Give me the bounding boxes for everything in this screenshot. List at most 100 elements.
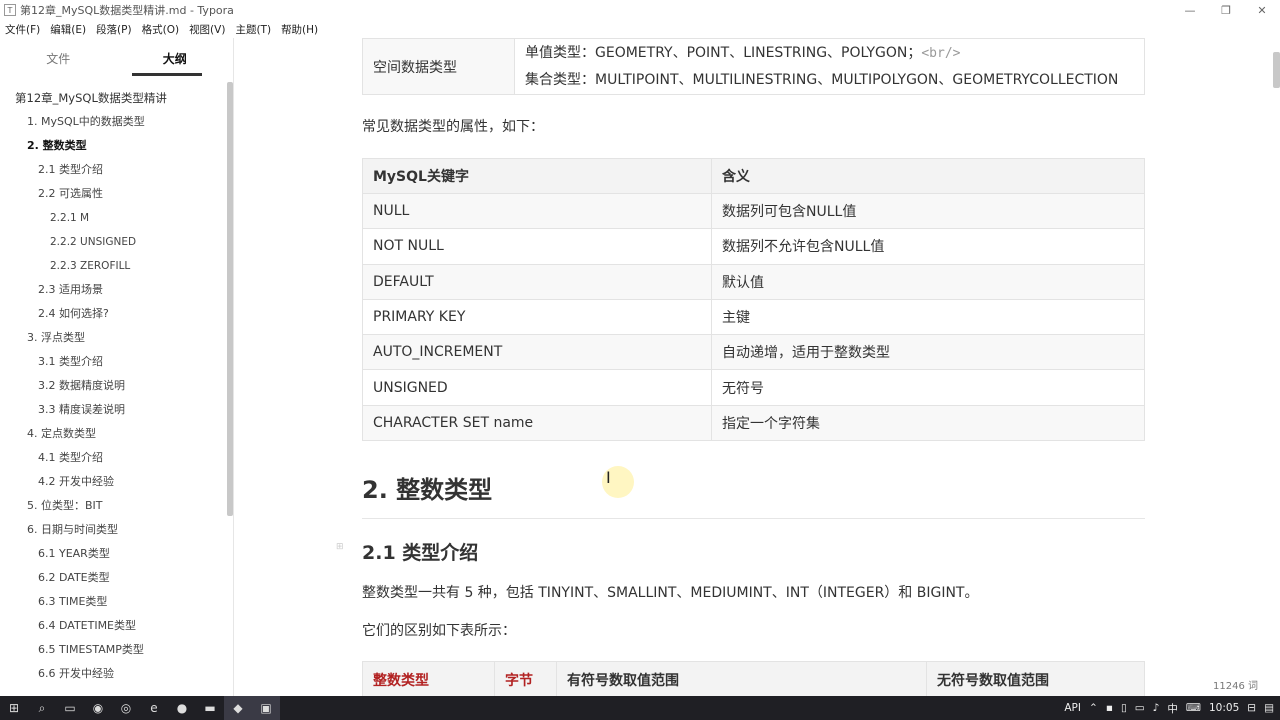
volume-icon[interactable]: ♪ bbox=[1153, 702, 1160, 714]
table-cell[interactable]: 自动递增，适用于整数类型 bbox=[711, 334, 1145, 371]
tray-api-label[interactable]: API bbox=[1064, 702, 1081, 714]
visual-studio-icon[interactable]: ◆ bbox=[224, 696, 252, 720]
outline-item[interactable]: 5. 位类型：BIT bbox=[0, 494, 226, 518]
menu-help[interactable]: 帮助(H) bbox=[281, 22, 318, 37]
tab-outline[interactable]: 大纲 bbox=[117, 38, 234, 78]
tab-files[interactable]: 文件 bbox=[0, 38, 117, 78]
table-row: 空间数据类型 单值类型：GEOMETRY、POINT、LINESTRING、PO… bbox=[362, 38, 1145, 95]
table-cell[interactable]: PRIMARY KEY bbox=[362, 298, 712, 336]
maximize-icon[interactable]: ❐ bbox=[1208, 0, 1244, 20]
typora-taskbar-icon[interactable]: ▣ bbox=[252, 696, 280, 720]
chrome-icon[interactable]: ◉ bbox=[84, 696, 112, 720]
paragraph[interactable]: 常见数据类型的属性，如下： bbox=[362, 116, 544, 136]
table-cell[interactable]: 默认值 bbox=[711, 263, 1145, 300]
search-icon[interactable]: ⌕ bbox=[28, 696, 56, 720]
table-row: AUTO_INCREMENT 自动递增，适用于整数类型 bbox=[362, 334, 1145, 371]
menu-theme[interactable]: 主题(T) bbox=[235, 22, 271, 37]
table-cell[interactable]: 主键 bbox=[711, 298, 1145, 336]
table-cell[interactable]: 无符号 bbox=[711, 369, 1145, 406]
typora-app-icon: T bbox=[4, 4, 16, 16]
outline-item[interactable]: 6.5 TIMESTAMP类型 bbox=[0, 638, 226, 662]
table-cell[interactable]: 空间数据类型 bbox=[362, 38, 515, 95]
table-header[interactable]: 无符号数取值范围 bbox=[926, 661, 1145, 696]
outline-item[interactable]: 2.3 适用场景 bbox=[0, 278, 226, 302]
menu-file[interactable]: 文件(F) bbox=[5, 22, 40, 37]
table-header[interactable]: 含义 bbox=[711, 158, 1145, 194]
tray-grid-icon[interactable]: ⊟ bbox=[1247, 702, 1256, 714]
title-bar: T 第12章_MySQL数据类型精讲.md - Typora — ❐ ✕ bbox=[0, 0, 1280, 20]
outline-item[interactable]: 6.1 YEAR类型 bbox=[0, 542, 226, 566]
outline-item[interactable]: 6. 日期与时间类型 bbox=[0, 518, 226, 542]
outline-item[interactable]: 4.1 类型介绍 bbox=[0, 446, 226, 470]
table-cell[interactable]: DEFAULT bbox=[362, 263, 712, 300]
outline-item[interactable]: 2. 整数类型 bbox=[0, 134, 226, 158]
menu-view[interactable]: 视图(V) bbox=[189, 22, 225, 37]
windows-start-icon[interactable]: ⊞ bbox=[0, 696, 28, 720]
paragraph[interactable]: 它们的区别如下表所示： bbox=[362, 620, 516, 640]
outline-item[interactable]: 第12章_MySQL数据类型精讲 bbox=[0, 86, 226, 110]
integer-types-table: 整数类型 字节 有符号数取值范围 无符号数取值范围 bbox=[362, 661, 1145, 696]
close-icon[interactable]: ✕ bbox=[1244, 0, 1280, 20]
minimize-icon[interactable]: — bbox=[1172, 0, 1208, 20]
outline-item[interactable]: 1. MySQL中的数据类型 bbox=[0, 110, 226, 134]
menu-format[interactable]: 格式(O) bbox=[142, 22, 179, 37]
notification-icon[interactable]: ▤ bbox=[1264, 702, 1274, 714]
outline-item[interactable]: 3.2 数据精度说明 bbox=[0, 374, 226, 398]
outline-item[interactable]: 4. 定点数类型 bbox=[0, 422, 226, 446]
table-cell[interactable]: 数据列可包含NULL值 bbox=[711, 192, 1145, 230]
menu-paragraph[interactable]: 段落(P) bbox=[96, 22, 132, 37]
table-cell[interactable]: AUTO_INCREMENT bbox=[362, 334, 712, 371]
table-header[interactable]: 有符号数取值范围 bbox=[556, 661, 927, 696]
editor-scrollbar[interactable] bbox=[1273, 52, 1280, 88]
task-view-icon[interactable]: ▭ bbox=[56, 696, 84, 720]
table-cell[interactable]: UNSIGNED bbox=[362, 369, 712, 406]
ime-indicator[interactable]: 中 bbox=[1167, 701, 1178, 716]
firefox-icon[interactable]: ● bbox=[168, 696, 196, 720]
network-icon[interactable]: ▯ bbox=[1121, 702, 1127, 714]
word-count[interactable]: 11246 词 bbox=[1213, 677, 1258, 692]
tray-app-icon[interactable]: ▪ bbox=[1106, 702, 1113, 714]
outline-item[interactable]: 2.2.2 UNSIGNED bbox=[0, 230, 226, 254]
sidebar-scrollbar[interactable] bbox=[227, 82, 233, 516]
table-header[interactable]: 整数类型 bbox=[362, 661, 495, 696]
outline-item[interactable]: 4.2 开发中经验 bbox=[0, 470, 226, 494]
outline-item[interactable]: 2.2.3 ZEROFILL bbox=[0, 254, 226, 278]
table-cell[interactable]: 数据列不允许包含NULL值 bbox=[711, 228, 1145, 265]
heading-3[interactable]: 2.1 类型介绍 bbox=[362, 538, 478, 565]
outline-item[interactable]: 6.6 开发中经验 bbox=[0, 662, 226, 686]
outline-item[interactable]: 6.3 TIME类型 bbox=[0, 590, 226, 614]
outline-item[interactable]: 3.1 类型介绍 bbox=[0, 350, 226, 374]
outline-item[interactable]: 2.1 类型介绍 bbox=[0, 158, 226, 182]
outline-item[interactable]: 6.2 DATE类型 bbox=[0, 566, 226, 590]
edge-icon[interactable]: e bbox=[140, 696, 168, 720]
battery-icon[interactable]: ▭ bbox=[1135, 702, 1145, 714]
paragraph[interactable]: 整数类型一共有 5 种，包括 TINYINT、SMALLINT、MEDIUMIN… bbox=[362, 582, 978, 602]
outline-item[interactable]: 6.4 DATETIME类型 bbox=[0, 614, 226, 638]
outline-item[interactable]: 3. 浮点类型 bbox=[0, 326, 226, 350]
table-header[interactable]: 字节 bbox=[494, 661, 557, 696]
space-type-line1: 单值类型：GEOMETRY、POINT、LINESTRING、POLYGON； bbox=[525, 45, 922, 61]
table-cell[interactable]: NOT NULL bbox=[362, 228, 712, 265]
outline-item[interactable]: 2.2.1 M bbox=[0, 206, 226, 230]
outline-item[interactable]: 2.2 可选属性 bbox=[0, 182, 226, 206]
table-cell[interactable]: 指定一个字符集 bbox=[711, 404, 1145, 442]
table-row: NOT NULL 数据列不允许包含NULL值 bbox=[362, 228, 1145, 265]
table-cell[interactable]: NULL bbox=[362, 192, 712, 230]
active-tab-indicator bbox=[132, 73, 202, 76]
sidebar-tabs: 文件 大纲 bbox=[0, 38, 233, 78]
menu-bar: 文件(F) 编辑(E) 段落(P) 格式(O) 视图(V) 主题(T) 帮助(H… bbox=[0, 20, 1280, 38]
outline-item[interactable]: 3.3 精度误差说明 bbox=[0, 398, 226, 422]
sidebar: 文件 大纲 第12章_MySQL数据类型精讲 1. MySQL中的数据类型 2. 整… bbox=[0, 38, 234, 696]
heading-2[interactable]: 2. 整数类型 bbox=[362, 470, 492, 505]
chrome-alt-icon[interactable]: ◎ bbox=[112, 696, 140, 720]
file-explorer-icon[interactable]: ▬ bbox=[196, 696, 224, 720]
outline-item[interactable]: 2.4 如何选择? bbox=[0, 302, 226, 326]
tray-chevron-icon[interactable]: ⌃ bbox=[1089, 702, 1098, 714]
text-cursor-icon: I bbox=[606, 468, 611, 487]
input-method-icon[interactable]: ⌨ bbox=[1186, 702, 1201, 714]
table-cell[interactable]: CHARACTER SET name bbox=[362, 404, 712, 442]
table-cell[interactable]: 单值类型：GEOMETRY、POINT、LINESTRING、POLYGON；<… bbox=[514, 38, 1145, 95]
menu-edit[interactable]: 编辑(E) bbox=[50, 22, 86, 37]
table-header[interactable]: MySQL关键字 bbox=[362, 158, 712, 194]
clock[interactable]: 10:05 bbox=[1209, 702, 1239, 714]
